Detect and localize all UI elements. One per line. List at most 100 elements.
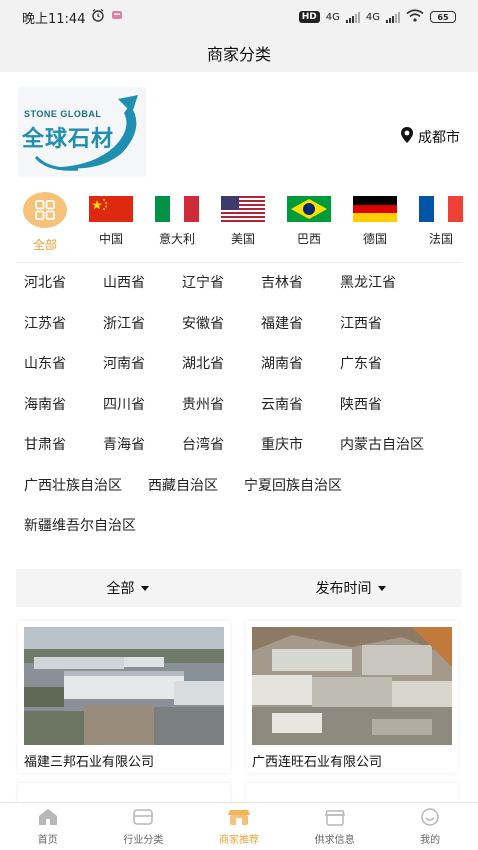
company-photo [24, 626, 224, 745]
region-item[interactable]: 浙江省 [103, 314, 156, 355]
tab-label: 首页 [37, 834, 58, 846]
tab-profile[interactable]: 我的 [382, 803, 478, 850]
tab-categories[interactable]: 行业分类 [96, 803, 192, 850]
profile-icon [419, 807, 441, 829]
page-header: 商家分类 [0, 34, 478, 72]
battery-icon: 65 [430, 11, 456, 23]
grid-icon [23, 192, 67, 228]
region-item[interactable]: 黑龙江省 [340, 273, 396, 314]
region-item[interactable]: 重庆市 [261, 435, 314, 476]
country-italy[interactable]: 意大利 [144, 196, 210, 247]
country-china[interactable]: 中国 [78, 196, 144, 247]
caret-down-icon [140, 586, 149, 591]
company-card[interactable]: 广西连旺石业有限公司 [246, 620, 458, 773]
usa-flag-icon [221, 196, 265, 222]
company-name: 福建三邦石业有限公司 [24, 754, 155, 770]
region-item[interactable]: 陕西省 [340, 395, 393, 436]
caret-down-icon [377, 586, 386, 591]
net-label-1: 4G [325, 11, 340, 23]
region-item[interactable]: 江西省 [340, 314, 393, 355]
category-icon [132, 808, 154, 829]
shop-icon [227, 808, 251, 829]
app-notification-icon [111, 9, 123, 25]
filter-bar: 全部 发布时间 [16, 568, 462, 607]
region-item[interactable]: 内蒙古自治区 [340, 435, 424, 476]
brand-row: STONE GLOBAL 全球石材 成都市 [0, 72, 478, 192]
company-photo [252, 626, 452, 745]
country-usa[interactable]: 美国 [210, 196, 276, 247]
region-item[interactable]: 山东省 [24, 354, 77, 395]
status-bar: 晚上11:44 HD 4G 4G 65 [0, 0, 478, 34]
brazil-flag-icon [287, 196, 331, 222]
tab-label: 我的 [420, 834, 441, 846]
company-card[interactable]: 福建三邦石业有限公司 [18, 620, 230, 773]
region-item[interactable]: 湖北省 [182, 354, 235, 395]
tab-merchant-recommend[interactable]: 商家推荐 [191, 803, 287, 850]
status-time: 晚上11:44 [22, 11, 86, 27]
china-flag-icon [89, 196, 133, 222]
company-grid: 福建三邦石业有限公司 广西连旺石业有限公司 [0, 607, 478, 773]
country-germany[interactable]: 德国 [342, 196, 408, 247]
region-item[interactable]: 广东省 [340, 354, 393, 395]
region-item[interactable]: 贵州省 [182, 395, 235, 436]
country-label: 中国 [98, 232, 123, 246]
sort-dropdown[interactable]: 发布时间 [239, 578, 462, 598]
country-label: 美国 [230, 232, 255, 246]
region-item[interactable]: 广西壮族自治区 [24, 476, 122, 517]
tab-home[interactable]: 首页 [0, 803, 96, 850]
signal-icon-2 [386, 11, 400, 23]
category-filter-dropdown[interactable]: 全部 [16, 578, 239, 598]
region-item[interactable]: 安徽省 [182, 314, 235, 355]
tab-label: 供求信息 [314, 834, 355, 846]
region-item[interactable]: 江苏省 [24, 314, 77, 355]
country-brazil[interactable]: 巴西 [276, 196, 342, 247]
signal-icon-1 [345, 11, 360, 23]
region-item[interactable]: 福建省 [261, 314, 314, 355]
tab-supply-demand[interactable]: 供求信息 [287, 803, 383, 850]
brand-logo: STONE GLOBAL 全球石材 [18, 87, 146, 177]
net-label-2: 4G [365, 11, 380, 23]
country-all[interactable]: 全部 [12, 192, 78, 253]
region-item[interactable]: 云南省 [261, 395, 314, 436]
region-item[interactable]: 湖南省 [261, 354, 314, 395]
country-label: 法国 [428, 232, 453, 246]
region-item[interactable]: 新疆维吾尔自治区 [24, 516, 136, 557]
region-item[interactable]: 青海省 [103, 435, 156, 476]
country-filter-row: 全部 中国 意大利 美国 巴西 德国 法国 [0, 192, 478, 262]
country-france[interactable]: 法国 [408, 196, 474, 247]
alarm-icon [91, 8, 105, 26]
germany-flag-icon [353, 196, 397, 222]
region-item[interactable]: 山西省 [103, 273, 156, 314]
company-name: 广西连旺石业有限公司 [252, 754, 383, 770]
hd-badge: HD [298, 11, 320, 23]
region-item[interactable]: 辽宁省 [182, 273, 235, 314]
region-item[interactable]: 甘肃省 [24, 435, 77, 476]
logo-cn-text: 全球石材 [22, 127, 115, 152]
region-item[interactable]: 台湾省 [182, 435, 235, 476]
region-item[interactable]: 宁夏回族自治区 [244, 476, 342, 517]
logo-en-text: STONE GLOBAL [24, 109, 102, 119]
region-item[interactable]: 西藏自治区 [148, 476, 218, 517]
page-title: 商家分类 [206, 45, 271, 64]
region-list: 河北省 山西省 辽宁省 吉林省 黑龙江省江苏省 浙江省 安徽省 福建省 江西省山东省 河南省 湖北省… [0, 263, 478, 557]
france-flag-icon [419, 196, 463, 222]
home-icon [37, 808, 59, 829]
region-item[interactable]: 河南省 [103, 354, 156, 395]
wifi-icon [406, 9, 424, 25]
sort-label: 发布时间 [315, 580, 372, 597]
region-item[interactable]: 海南省 [24, 395, 77, 436]
tab-label: 商家推荐 [218, 834, 259, 846]
region-item[interactable]: 吉林省 [261, 273, 314, 314]
country-label: 全部 [32, 238, 57, 252]
country-label: 巴西 [296, 232, 321, 246]
city-label: 成都市 [418, 130, 460, 146]
country-label: 德国 [362, 232, 387, 246]
location-pin-icon [400, 126, 414, 148]
italy-flag-icon [155, 196, 199, 222]
supply-icon [324, 808, 346, 829]
region-item[interactable]: 四川省 [103, 395, 156, 436]
location-selector[interactable]: 成都市 [400, 126, 460, 148]
status-left: 晚上11:44 [22, 8, 123, 27]
tab-label: 行业分类 [123, 834, 164, 846]
region-item[interactable]: 河北省 [24, 273, 77, 314]
